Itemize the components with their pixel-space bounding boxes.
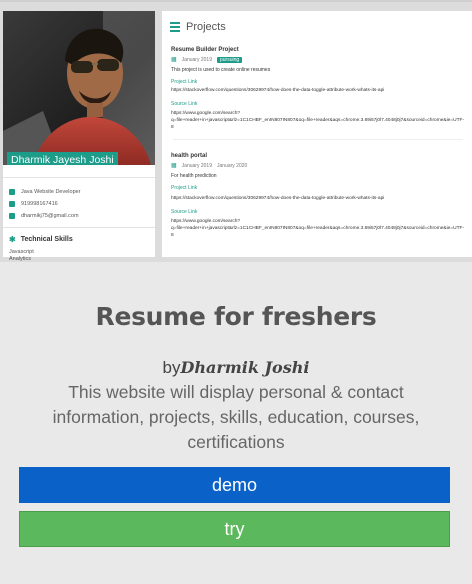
calendar-icon: ▦ [171, 163, 177, 169]
source-link-label: Source Link [171, 209, 198, 215]
email-text: dharmikj75@gmail.com [21, 213, 79, 219]
author-name: Dharmik Joshi [180, 358, 310, 377]
skills-heading: ✱ Technical Skills [9, 235, 73, 244]
source-link[interactable]: q=file+reader+in+javascript&rlz=1C1CHBF_… [171, 225, 464, 232]
divider [173, 139, 463, 140]
project-name: Resume Builder Project [171, 47, 239, 53]
divider [3, 227, 155, 228]
card-description: This website will display personal & con… [52, 382, 420, 452]
project-link[interactable]: https://stackoverflow.com/questions/3062… [171, 195, 384, 202]
contact-phone: 919998167416 [9, 201, 58, 207]
profile-photo-image [3, 11, 155, 165]
source-link[interactable]: https://www.google.com/search? [171, 218, 240, 225]
status-badge: pursuing [216, 56, 243, 63]
briefcase-icon [9, 189, 15, 195]
project-name: health portal [171, 153, 208, 159]
source-link-label: Source Link [171, 101, 198, 107]
calendar-icon: ▦ [171, 57, 177, 63]
card-title: Resume for freshers [95, 302, 377, 331]
contact-role: Java Website Developer [9, 189, 81, 195]
project-link-label: Project Link [171, 79, 198, 85]
resume-preview-screenshot: Dharmik Jayesh Joshi Java Website Develo… [0, 0, 472, 262]
divider [3, 177, 155, 178]
mail-icon [9, 213, 15, 219]
skill-item: Javascript [9, 249, 34, 255]
project-link-label: Project Link [171, 185, 198, 191]
demo-button[interactable]: demo [19, 467, 450, 503]
skill-item: Analytics [9, 256, 32, 262]
try-button[interactable]: try [19, 511, 450, 547]
card-byline: byDharmik Joshi [162, 358, 310, 377]
source-link[interactable]: 8 [171, 124, 174, 131]
project-dates: ▦ January 2019 pursuing [171, 56, 243, 63]
list-icon [170, 22, 180, 32]
projects-heading: Projects [170, 21, 226, 33]
project-link[interactable]: https://stackoverflow.com/questions/3062… [171, 87, 384, 94]
project-description: This project is used to create online re… [171, 67, 271, 73]
profile-sidebar: Dharmik Jayesh Joshi Java Website Develo… [3, 11, 155, 262]
profile-photo: Dharmik Jayesh Joshi [3, 11, 155, 165]
source-link[interactable]: 8 [171, 232, 174, 239]
projects-panel: Projects Resume Builder Project ▦ Januar… [162, 11, 472, 257]
asterisk-icon: ✱ [9, 235, 16, 244]
role-text: Java Website Developer [21, 189, 81, 195]
source-link[interactable]: https://www.google.com/search? [171, 110, 240, 117]
project-description: For health prediction [171, 173, 217, 179]
phone-icon [9, 201, 15, 207]
phone-text: 919998167416 [21, 201, 58, 207]
source-link[interactable]: q=file+reader+in+javascript&rlz=1C1CHBF_… [171, 117, 464, 124]
project-dates: ▦ January 2019 January 2020 [171, 162, 248, 170]
profile-name: Dharmik Jayesh Joshi [7, 152, 118, 165]
contact-email: dharmikj75@gmail.com [9, 213, 79, 219]
